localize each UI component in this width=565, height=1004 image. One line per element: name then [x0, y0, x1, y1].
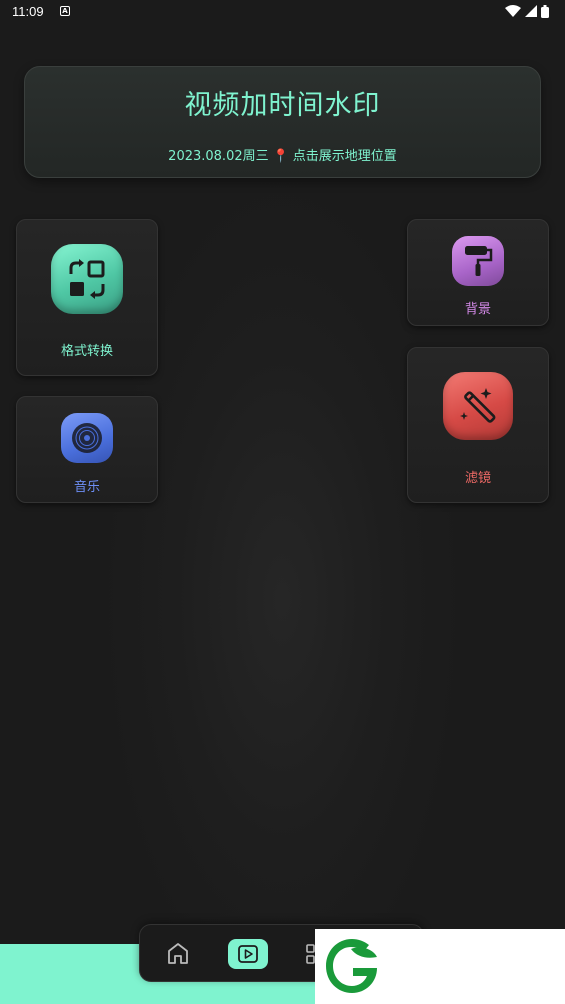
video-icon[interactable]: [228, 939, 268, 969]
paint-roller-icon: [452, 236, 504, 286]
music-label: 音乐: [73, 480, 100, 495]
magic-wand-icon: [443, 372, 513, 440]
background-label: 背景: [464, 302, 491, 317]
wifi-icon: [505, 5, 521, 17]
filter-label: 滤镜: [464, 471, 491, 486]
music-disc-icon: [61, 413, 113, 463]
home-icon[interactable]: [166, 941, 190, 969]
status-icons: [505, 4, 549, 18]
page-title: 视频加时间水印: [184, 90, 381, 121]
date-text: 2023.08.02周三: [168, 149, 269, 164]
background-card[interactable]: 背景: [407, 219, 549, 326]
filter-card[interactable]: 滤镜: [407, 347, 549, 503]
format-convert-card[interactable]: 格式转换: [16, 219, 158, 376]
signal-icon: [525, 5, 537, 17]
format-convert-icon: [51, 244, 123, 314]
status-time: 11:09: [12, 4, 44, 19]
location-text[interactable]: 点击展示地理位置: [293, 149, 397, 164]
pin-icon: 📍: [272, 149, 289, 164]
watermark-logo-box: [315, 929, 565, 1004]
header-card[interactable]: 视频加时间水印 2023.08.02周三 📍 点击展示地理位置: [24, 66, 541, 178]
leaf-logo-icon: [326, 939, 377, 993]
date-location-line[interactable]: 2023.08.02周三 📍 点击展示地理位置: [25, 145, 540, 164]
music-card[interactable]: 音乐: [16, 396, 158, 503]
status-bar: 11:09 A: [0, 0, 565, 24]
a-icon: A: [60, 6, 70, 16]
format-convert-label: 格式转换: [60, 344, 113, 359]
battery-icon: [541, 4, 549, 18]
